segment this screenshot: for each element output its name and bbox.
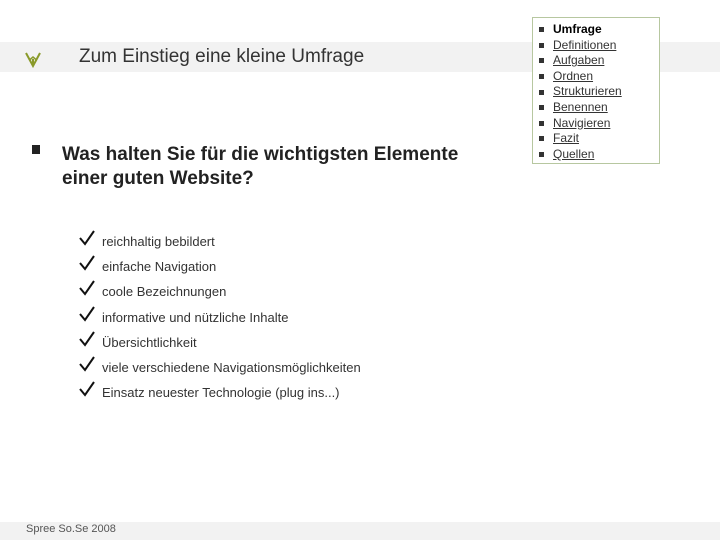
- square-bullet-icon: [539, 27, 544, 33]
- nav-item-strukturieren[interactable]: Strukturieren: [539, 84, 659, 100]
- square-bullet-icon: [539, 89, 544, 95]
- square-bullet-icon: [32, 145, 40, 154]
- slide-title: Zum Einstieg eine kleine Umfrage: [79, 46, 365, 67]
- nav-link[interactable]: Navigieren: [553, 116, 610, 132]
- nav-link[interactable]: Definitionen: [553, 38, 616, 54]
- survey-question: Was halten Sie für die wichtigsten Eleme…: [62, 144, 459, 189]
- nav-item-aufgaben[interactable]: Aufgaben: [539, 53, 659, 69]
- square-bullet-icon: [539, 152, 544, 158]
- checkmark-icon: [79, 381, 95, 397]
- checkmark-icon: [79, 305, 95, 322]
- nav-link[interactable]: Aufgaben: [553, 53, 604, 69]
- nav-item-fazit[interactable]: Fazit: [539, 131, 659, 147]
- answer-text: reichhaltig bebildert: [102, 234, 215, 249]
- nav-link[interactable]: Quellen: [553, 147, 594, 163]
- answer-text: coole Bezeichnungen: [102, 284, 227, 300]
- nav-label: Umfrage: [553, 22, 602, 36]
- square-bullet-icon: [539, 136, 544, 142]
- answer-text: informative und nützliche Inhalte: [102, 309, 289, 325]
- nav-item-ordnen[interactable]: Ordnen: [539, 69, 659, 85]
- nav-item-umfrage: Umfrage: [539, 22, 659, 38]
- square-bullet-icon: [539, 42, 544, 48]
- answer-text: viele verschiedene Navigationsmöglichkei…: [102, 359, 361, 375]
- nav-link[interactable]: Fazit: [553, 131, 579, 147]
- nav-link[interactable]: Strukturieren: [553, 84, 622, 100]
- topic-navigation: Umfrage Definitionen Aufgaben Ordnen Str…: [532, 17, 660, 164]
- nav-item-benennen[interactable]: Benennen: [539, 100, 659, 116]
- answer-text: Einsatz neuester Technologie (plug ins..…: [102, 385, 340, 401]
- nav-item-navigieren[interactable]: Navigieren: [539, 116, 659, 132]
- square-bullet-icon: [539, 58, 544, 64]
- square-bullet-icon: [539, 120, 544, 126]
- square-bullet-icon: [539, 105, 544, 111]
- nav-item-definitionen[interactable]: Definitionen: [539, 38, 659, 54]
- nav-item-quellen[interactable]: Quellen: [539, 147, 659, 163]
- checkmark-icon: [79, 331, 95, 347]
- nav-link[interactable]: Benennen: [553, 100, 608, 116]
- arrow-icon: [25, 52, 41, 68]
- answer-text: Übersichtlichkeit: [102, 334, 197, 350]
- footer-text: Spree So.Se 2008: [26, 523, 116, 535]
- checkmark-icon: [79, 230, 95, 246]
- nav-link[interactable]: Ordnen: [553, 69, 593, 85]
- square-bullet-icon: [539, 74, 544, 80]
- checkmark-icon: [79, 255, 95, 271]
- checkmark-icon: [79, 280, 95, 297]
- checkmark-icon: [79, 356, 95, 372]
- answer-text: einfache Navigation: [102, 259, 217, 275]
